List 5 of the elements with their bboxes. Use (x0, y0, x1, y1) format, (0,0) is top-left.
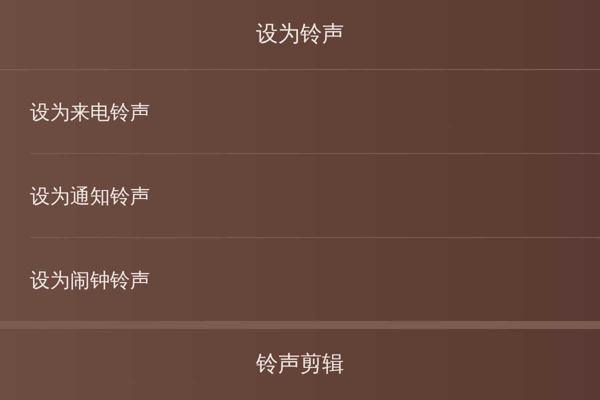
dialog-title: 设为铃声 (0, 0, 600, 70)
ringtone-edit-button[interactable]: 铃声剪辑 (0, 329, 600, 400)
menu-option[interactable]: 设为来电铃声 (30, 70, 600, 153)
menu-option[interactable]: 设为闹钟铃声 (30, 238, 600, 321)
menu-option[interactable]: 设为通知铃声 (30, 154, 600, 237)
